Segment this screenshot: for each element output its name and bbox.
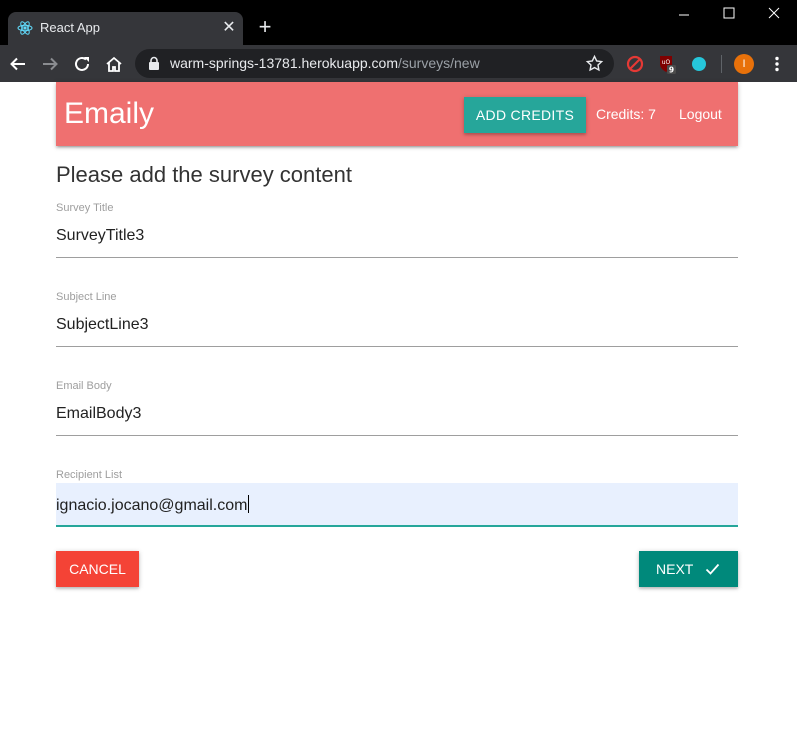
home-icon[interactable]: [103, 53, 125, 75]
url-path: /surveys/new: [398, 55, 480, 71]
bookmark-star-icon[interactable]: [585, 54, 604, 73]
toolbar-separator: [721, 55, 722, 73]
browser-toolbar: warm-springs-13781.herokuapp.com/surveys…: [0, 45, 797, 82]
subject-line-field[interactable]: SubjectLine3: [56, 303, 738, 347]
url-host: warm-springs-13781.herokuapp.com: [170, 55, 398, 71]
text-caret: [248, 495, 250, 513]
page-content: Emaily ADD CREDITS Credits: 7 Logout Ple…: [0, 82, 797, 751]
forward-arrow-icon[interactable]: [39, 53, 61, 75]
lock-icon: [149, 56, 159, 70]
add-credits-button[interactable]: ADD CREDITS: [464, 97, 586, 133]
more-menu-icon[interactable]: [767, 54, 787, 74]
react-logo-icon: [17, 21, 33, 35]
page-title: Please add the survey content: [56, 162, 352, 187]
tab-close-icon[interactable]: ✕: [220, 19, 238, 37]
email-body-field[interactable]: EmailBody3: [56, 392, 738, 436]
extension-circle-icon[interactable]: [689, 54, 709, 74]
address-bar[interactable]: warm-springs-13781.herokuapp.com/surveys…: [135, 49, 614, 78]
recipient-list-label: Recipient List: [56, 469, 123, 481]
back-arrow-icon[interactable]: [7, 53, 29, 75]
recipient-list-text: ignacio.jocano@gmail.com: [56, 497, 248, 514]
browser-tab[interactable]: React App ✕: [8, 12, 243, 45]
survey-title-field[interactable]: SurveyTitle3: [56, 214, 738, 258]
cancel-button[interactable]: CANCEL: [56, 551, 139, 587]
window-maximize-button[interactable]: [706, 0, 752, 30]
email-body-value: EmailBody3: [56, 405, 142, 422]
next-button[interactable]: NEXT: [639, 551, 738, 587]
recipient-list-value: ignacio.jocano@gmail.com: [56, 495, 250, 516]
reload-icon[interactable]: [71, 53, 93, 75]
profile-initial: I: [742, 58, 746, 70]
browser-titlebar: React App ✕ +: [0, 0, 797, 45]
block-icon[interactable]: [625, 54, 645, 74]
brand-logo[interactable]: Emaily: [64, 97, 154, 131]
survey-title-value: SurveyTitle3: [56, 227, 145, 244]
new-tab-button[interactable]: +: [254, 16, 276, 38]
recipient-list-field[interactable]: ignacio.jocano@gmail.com: [56, 483, 738, 527]
tab-title: React App: [40, 20, 100, 35]
window-minimize-button[interactable]: [661, 0, 707, 30]
app-navbar: Emaily ADD CREDITS Credits: 7 Logout: [56, 82, 738, 146]
subject-line-value: SubjectLine3: [56, 316, 149, 333]
ublock-count: 9: [669, 66, 674, 75]
credits-count: Credits: 7: [596, 106, 656, 122]
next-button-label: NEXT: [656, 561, 694, 577]
profile-avatar[interactable]: I: [734, 54, 754, 74]
window-close-button[interactable]: [751, 0, 797, 30]
check-icon: [705, 563, 720, 575]
logout-link[interactable]: Logout: [679, 106, 722, 122]
ublock-shield-icon[interactable]: uO 9: [657, 54, 677, 74]
url-text: warm-springs-13781.herokuapp.com/surveys…: [170, 55, 480, 72]
